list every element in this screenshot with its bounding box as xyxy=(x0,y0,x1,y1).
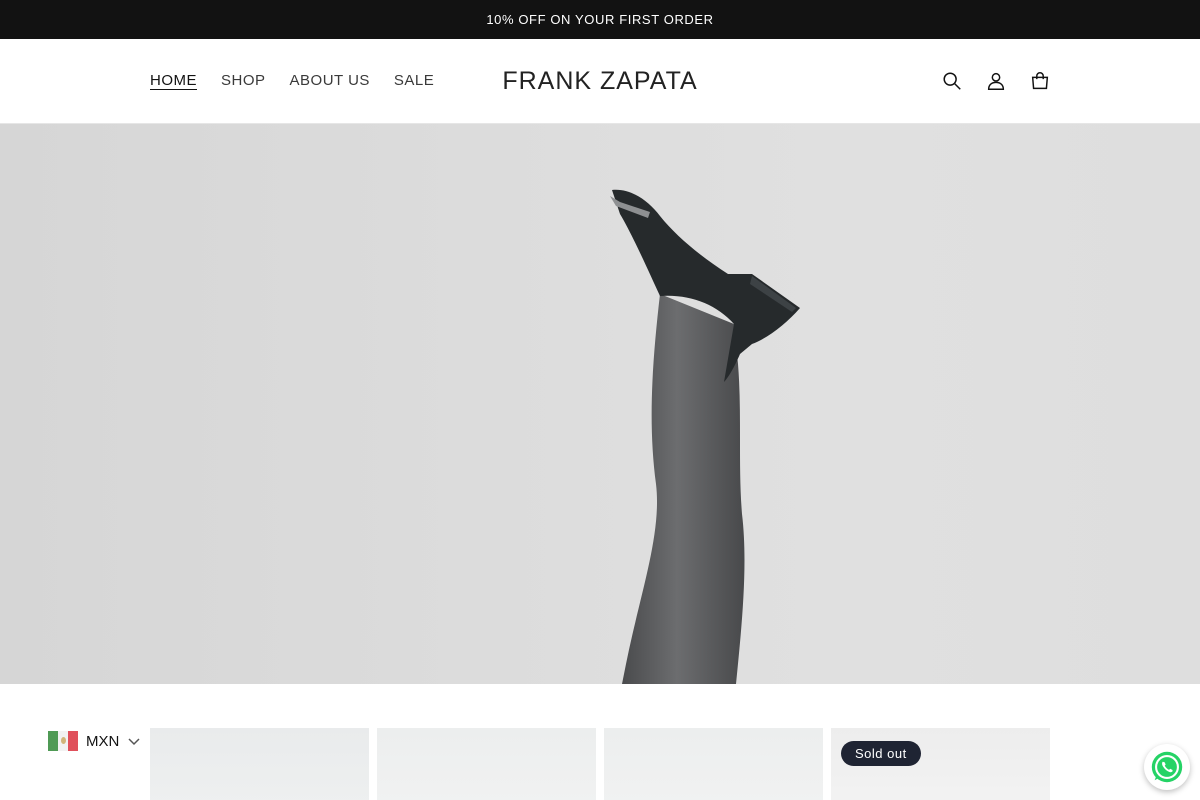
cart-icon[interactable] xyxy=(1028,69,1052,93)
whatsapp-icon xyxy=(1151,751,1183,783)
announcement-bar: 10% OFF ON YOUR FIRST ORDER xyxy=(0,0,1200,39)
nav-sale[interactable]: SALE xyxy=(394,72,434,90)
currency-selector[interactable]: MXN xyxy=(48,730,141,752)
product-card[interactable] xyxy=(604,728,823,800)
currency-code: MXN xyxy=(86,732,120,750)
product-card[interactable] xyxy=(377,728,596,800)
header-icons xyxy=(940,39,1052,123)
chevron-down-icon xyxy=(127,734,141,748)
nav-home[interactable]: HOME xyxy=(150,72,197,90)
announcement-text: 10% OFF ON YOUR FIRST ORDER xyxy=(486,12,714,27)
search-icon[interactable] xyxy=(940,69,964,93)
mexico-flag-icon xyxy=(48,731,78,751)
account-icon[interactable] xyxy=(984,69,1008,93)
hero-banner[interactable] xyxy=(0,124,1200,684)
product-card[interactable]: Sold out xyxy=(831,728,1050,800)
site-header: HOME SHOP ABOUT US SALE FRANK ZAPATA xyxy=(0,39,1200,124)
main-nav: HOME SHOP ABOUT US SALE xyxy=(150,39,434,123)
sold-out-badge: Sold out xyxy=(841,741,921,766)
whatsapp-button[interactable] xyxy=(1144,744,1190,790)
product-grid: Sold out xyxy=(150,728,1050,800)
product-card[interactable] xyxy=(150,728,369,800)
nav-shop[interactable]: SHOP xyxy=(221,72,266,90)
site-logo[interactable]: FRANK ZAPATA xyxy=(450,39,750,123)
hero-image xyxy=(610,189,800,684)
nav-about-us[interactable]: ABOUT US xyxy=(290,72,370,90)
